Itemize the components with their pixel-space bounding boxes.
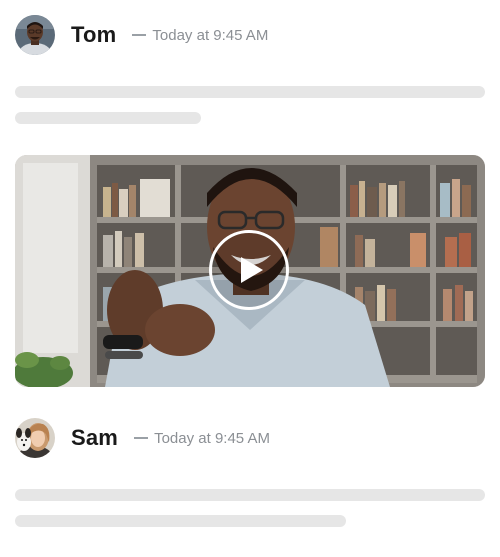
text-placeholder-line xyxy=(15,515,346,527)
text-placeholder-line xyxy=(15,489,485,501)
author-name[interactable]: Tom xyxy=(71,22,116,48)
play-icon xyxy=(241,257,263,283)
message-header: Sam Today at 9:45 AM xyxy=(15,418,270,458)
message-timestamp: Today at 9:45 AM xyxy=(154,429,270,447)
avatar[interactable] xyxy=(15,15,55,55)
message-meta: Today at 9:45 AM xyxy=(134,430,270,447)
video-attachment[interactable] xyxy=(15,155,485,387)
author-name[interactable]: Sam xyxy=(71,425,118,451)
separator-dash xyxy=(134,437,149,439)
chat-feed: Tom Today at 9:45 AM Sam Today at 9:45 A… xyxy=(0,0,500,557)
message-timestamp: Today at 9:45 AM xyxy=(152,26,269,44)
play-button[interactable] xyxy=(209,230,289,310)
person-avatar-icon xyxy=(15,15,55,55)
text-placeholder-line xyxy=(15,86,485,98)
separator-dash xyxy=(132,34,147,36)
message-meta: Today at 9:45 AM xyxy=(132,27,268,44)
person-avatar-icon xyxy=(15,418,55,458)
message-header: Tom Today at 9:45 AM xyxy=(15,15,268,55)
text-placeholder-line xyxy=(15,112,201,124)
avatar[interactable] xyxy=(15,418,55,458)
